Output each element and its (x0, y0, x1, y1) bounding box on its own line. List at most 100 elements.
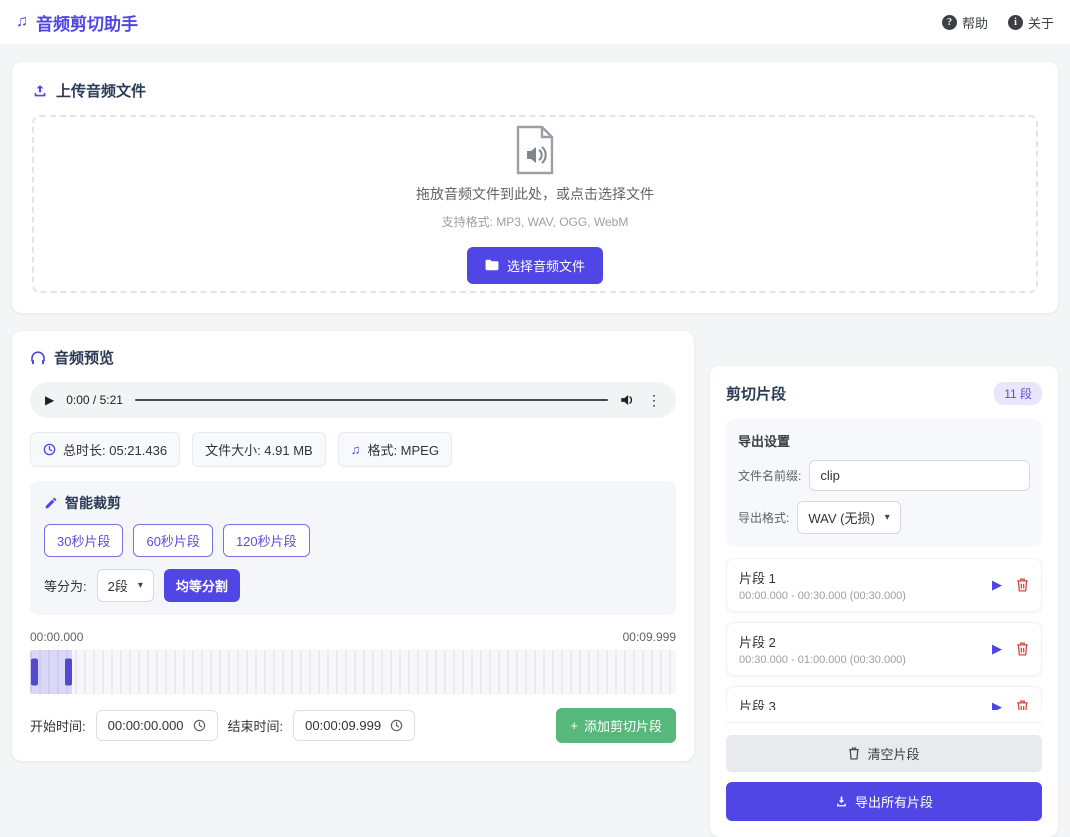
start-time-value: 00:00:00.000 (107, 718, 184, 733)
clip-play-button[interactable]: ▶ (992, 699, 1002, 710)
selection-end-handle[interactable] (65, 658, 72, 686)
duration-badge-label: 总时长: 05:21.436 (63, 443, 168, 458)
format-badge: ♫ 格式: MPEG (337, 432, 452, 467)
headphones-icon (30, 350, 46, 365)
clip-item-3: 片段 3 ▶ (726, 686, 1042, 710)
plus-icon: + (570, 718, 578, 733)
player-time: 0:00 / 5:21 (66, 393, 123, 407)
clip-count-badge: 11 段 (994, 382, 1042, 405)
preset-30s-button[interactable]: 30秒片段 (44, 524, 124, 557)
clip-delete-button[interactable] (1016, 578, 1029, 592)
clip-item-1: 片段 1 00:00.000 - 00:30.000 (00:30.000) ▶ (726, 558, 1042, 612)
clip-time: 00:30.000 - 01:00.000 (00:30.000) (739, 654, 906, 666)
export-all-button[interactable]: 导出所有片段 (726, 782, 1042, 821)
upload-card: 上传音频文件 拖放音频文件到此处，或点击选择文件 支持格式: MP3, WAV,… (12, 62, 1058, 313)
smart-cut-title-text: 智能裁剪 (65, 495, 121, 511)
duration-badge: 总时长: 05:21.436 (30, 432, 181, 467)
prefix-label: 文件名前缀: (738, 469, 802, 483)
start-time-input[interactable]: 00:00:00.000 (95, 710, 218, 741)
equal-split-button[interactable]: 均等分割 (163, 569, 240, 602)
export-settings-title: 导出设置 (738, 434, 791, 449)
waveform-start-label: 00:00.000 (30, 630, 84, 644)
clock-icon[interactable] (390, 719, 403, 732)
preview-section-title: 音频预览 (30, 347, 676, 368)
clip-time: 00:00.000 - 00:30.000 (00:30.000) (739, 590, 906, 602)
audio-player[interactable]: ▶ 0:00 / 5:21 ⋮ (30, 382, 676, 418)
player-play-button[interactable]: ▶ (45, 393, 54, 407)
dropzone-text: 拖放音频文件到此处，或点击选择文件 (416, 185, 654, 202)
waveform-labels: 00:00.000 00:09.999 (30, 630, 676, 644)
help-link[interactable]: ? 帮助 (941, 13, 988, 32)
download-icon (835, 795, 848, 808)
music-icon: ♫ (350, 442, 361, 457)
top-bar: ♫ 音频剪切助手 ? 帮助 i 关于 (0, 0, 1070, 44)
pencil-icon (44, 496, 58, 510)
end-time-input[interactable]: 00:00:09.999 (293, 710, 416, 741)
selection-start-handle[interactable] (31, 658, 38, 686)
split-count-value: 2段 (107, 579, 128, 594)
trash-icon (848, 747, 860, 760)
waveform[interactable] (30, 650, 676, 694)
split-count-label: 等分为: (44, 579, 87, 594)
end-time-value: 00:00:09.999 (305, 718, 382, 733)
clip-name: 片段 2 (739, 635, 776, 650)
export-format-select[interactable]: WAV (无损) ▾ (797, 501, 901, 534)
audio-preview-card: 音频预览 ▶ 0:00 / 5:21 ⋮ 总时长: 05:21.436 文件大小… (12, 331, 694, 761)
clips-panel-title: 剪切片段 (726, 386, 787, 403)
waveform-end-label: 00:09.999 (622, 630, 676, 644)
help-label: 帮助 (961, 15, 988, 31)
preview-section-title-text: 音频预览 (54, 350, 115, 367)
clip-name: 片段 3 (739, 699, 776, 710)
clock-icon[interactable] (193, 719, 206, 732)
prefix-input[interactable] (809, 460, 1030, 491)
clip-list[interactable]: 片段 1 00:00.000 - 00:30.000 (00:30.000) ▶ (726, 558, 1042, 710)
clear-clips-label: 清空片段 (867, 747, 920, 762)
export-format-value: WAV (无损) (808, 511, 875, 526)
clip-delete-button[interactable] (1016, 700, 1029, 710)
about-label: 关于 (1027, 15, 1054, 31)
preset-120s-button[interactable]: 120秒片段 (222, 524, 310, 557)
split-count-select[interactable]: 2段 ▾ (96, 569, 154, 602)
dropzone-formats-text: 支持格式: MP3, WAV, OGG, WebM (441, 214, 629, 229)
add-clip-label: 添加剪切片段 (583, 719, 662, 734)
music-note-icon: ♫ (16, 13, 28, 30)
clip-play-button[interactable]: ▶ (992, 641, 1002, 657)
upload-section-title: 上传音频文件 (32, 80, 1038, 101)
clip-play-button[interactable]: ▶ (992, 577, 1002, 593)
format-label: 导出格式: (738, 511, 790, 525)
audio-dropzone[interactable]: 拖放音频文件到此处，或点击选择文件 支持格式: MP3, WAV, OGG, W… (32, 115, 1038, 293)
info-icon: i (1007, 14, 1023, 30)
export-all-label: 导出所有片段 (854, 795, 933, 810)
about-link[interactable]: i 关于 (1007, 13, 1054, 32)
clock-icon (43, 443, 56, 456)
app-title-text: 音频剪切助手 (36, 14, 138, 34)
app-title: ♫ 音频剪切助手 (16, 10, 138, 35)
player-menu-button[interactable]: ⋮ (647, 392, 661, 409)
volume-icon[interactable] (620, 393, 635, 407)
export-settings-panel: 导出设置 文件名前缀: 导出格式: WAV (无损) ▾ (726, 419, 1042, 546)
smart-cut-panel: 智能裁剪 30秒片段 60秒片段 120秒片段 等分为: 2段 ▾ 均等分割 (30, 481, 676, 615)
add-clip-button[interactable]: + 添加剪切片段 (556, 708, 676, 743)
filesize-badge-label: 文件大小: 4.91 MB (205, 443, 313, 458)
chevron-down-icon: ▾ (884, 512, 890, 523)
format-badge-label: 格式: MPEG (367, 443, 439, 458)
divider (726, 722, 1042, 723)
upload-icon (32, 83, 48, 99)
player-seek-bar[interactable] (134, 399, 608, 401)
folder-icon (485, 259, 499, 271)
smart-cut-title: 智能裁剪 (44, 493, 662, 513)
filesize-badge: 文件大小: 4.91 MB (192, 432, 326, 467)
start-time-label: 开始时间: (30, 719, 86, 734)
end-time-label: 结束时间: (227, 719, 284, 734)
select-audio-file-button[interactable]: 选择音频文件 (466, 246, 603, 284)
clip-name: 片段 1 (739, 571, 776, 586)
clip-item-2: 片段 2 00:30.000 - 01:00.000 (00:30.000) ▶ (726, 622, 1042, 676)
upload-section-title-text: 上传音频文件 (56, 83, 147, 100)
audio-file-icon (514, 125, 556, 175)
help-icon: ? (941, 14, 957, 30)
audio-info-badges: 总时长: 05:21.436 文件大小: 4.91 MB ♫ 格式: MPEG (30, 432, 676, 467)
clip-delete-button[interactable] (1016, 642, 1029, 656)
preset-60s-button[interactable]: 60秒片段 (133, 524, 213, 557)
select-audio-file-label: 选择音频文件 (506, 258, 585, 274)
chevron-down-icon: ▾ (137, 580, 143, 591)
